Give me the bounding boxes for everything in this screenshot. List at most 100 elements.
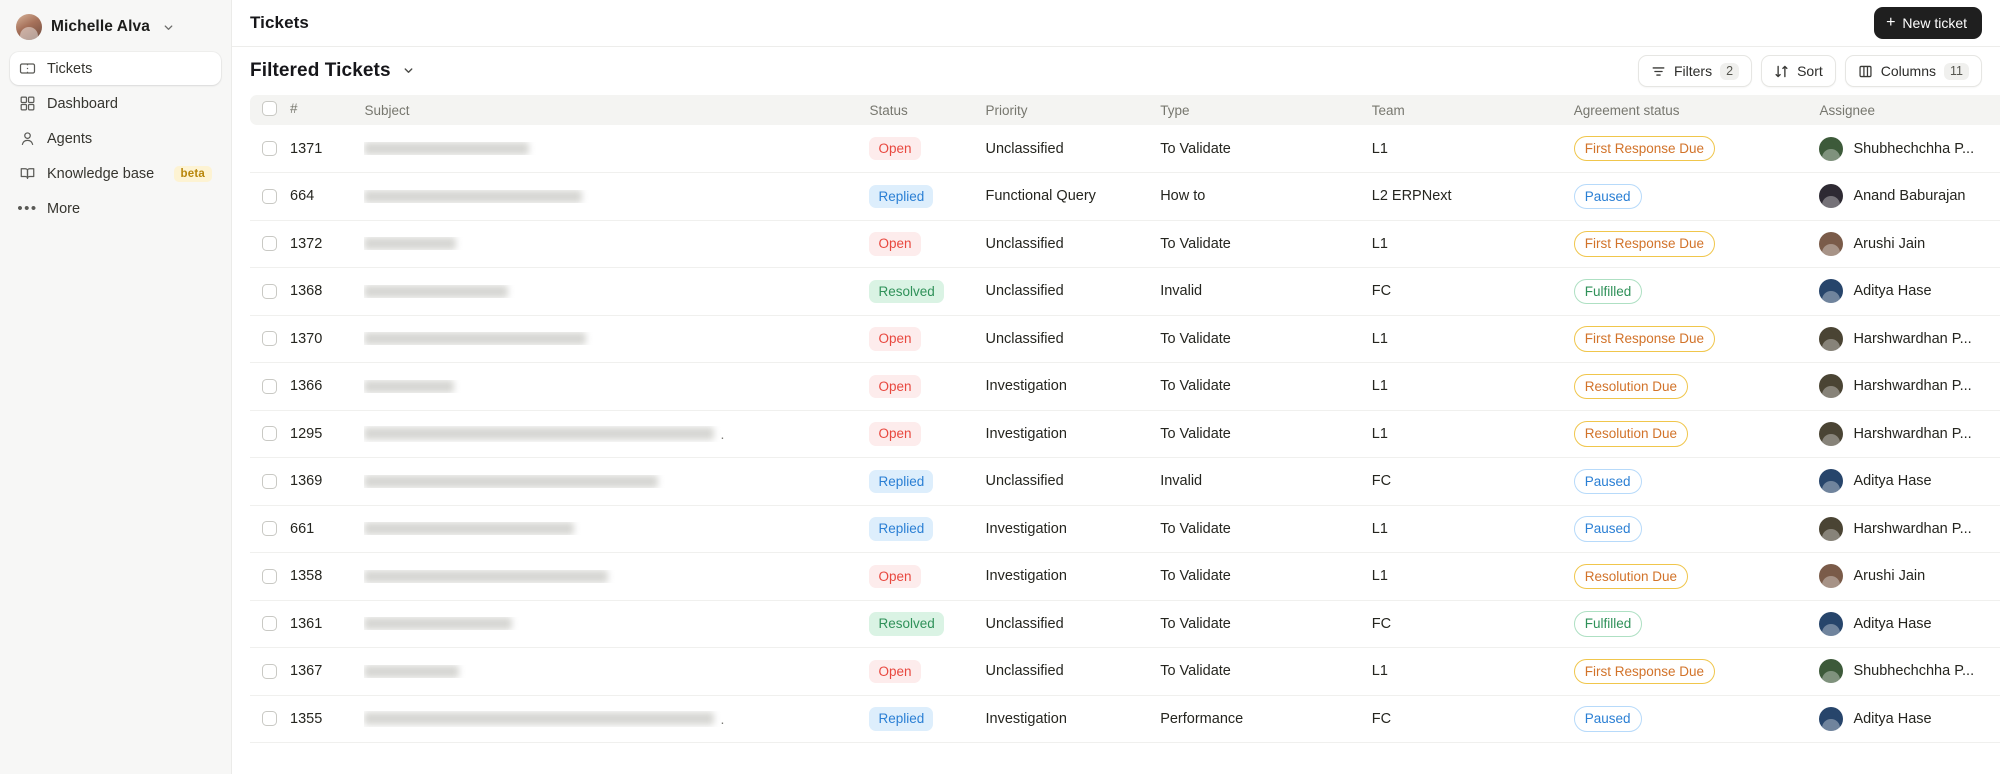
row-checkbox[interactable]: [262, 473, 277, 489]
cell-assignee: Harshwardhan P...: [1811, 505, 2000, 553]
table-row[interactable]: 1370 Open Unclassified To Validate L1 First R…: [250, 315, 2000, 363]
table-row[interactable]: 1355. Replied Investigation Performance FC Pa…: [250, 695, 2000, 743]
column-header-status[interactable]: Status: [861, 95, 977, 125]
table-row[interactable]: 1372 Open Unclassified To Validate L1 First R…: [250, 220, 2000, 268]
cell-subject[interactable]: .: [356, 410, 861, 458]
row-checkbox[interactable]: [262, 331, 277, 347]
cell-id: 1295: [250, 410, 356, 458]
cell-agreement-status: Fulfilled: [1566, 600, 1812, 648]
cell-id: 1369: [250, 458, 356, 506]
cell-subject[interactable]: [356, 173, 861, 221]
column-header-priority[interactable]: Priority: [977, 95, 1152, 125]
ellipsis-icon: •••: [17, 199, 38, 217]
cell-priority: Investigation: [985, 378, 1067, 395]
cell-assignee: Aditya Hase: [1811, 268, 2000, 316]
cell-agreement-status: Resolution Due: [1566, 363, 1812, 411]
agreement-status-badge: Fulfilled: [1573, 611, 1643, 637]
row-checkbox[interactable]: [262, 663, 277, 679]
cell-priority: Investigation: [985, 520, 1067, 537]
sidebar-item-agents[interactable]: Agents: [10, 122, 221, 155]
cell-type: To Validate: [1160, 520, 1231, 537]
table-row[interactable]: 1369 Replied Unclassified Invalid FC Paused Ad…: [250, 458, 2000, 506]
columns-button[interactable]: Columns 11: [1844, 55, 1982, 87]
cell-status: Open: [861, 125, 977, 173]
cell-id: 1366: [250, 363, 356, 411]
table-row[interactable]: 1368 Resolved Unclassified Invalid FC Fulfill…: [250, 268, 2000, 316]
column-header-assignee[interactable]: Assignee: [1811, 95, 2000, 125]
sidebar-item-more[interactable]: ••• More: [10, 192, 221, 225]
cell-agreement-status: Resolution Due: [1566, 410, 1812, 458]
agreement-status-badge: First Response Due: [1573, 326, 1716, 352]
cell-agreement-status: First Response Due: [1566, 315, 1812, 363]
row-checkbox[interactable]: [262, 378, 277, 394]
cell-subject[interactable]: [356, 220, 861, 268]
avatar: [1819, 326, 1844, 351]
avatar: [1819, 279, 1844, 304]
cell-subject[interactable]: [356, 363, 861, 411]
cell-subject[interactable]: [356, 125, 861, 173]
subject-text-redacted: [364, 237, 457, 251]
column-header-team[interactable]: Team: [1364, 95, 1566, 125]
sort-button[interactable]: Sort: [1761, 55, 1836, 87]
avatar: [1819, 611, 1844, 636]
cell-subject[interactable]: [356, 268, 861, 316]
cell-type: To Validate: [1160, 378, 1231, 395]
cell-subject[interactable]: [356, 505, 861, 553]
row-checkbox[interactable]: [262, 521, 277, 537]
cell-subject[interactable]: [356, 315, 861, 363]
sidebar-item-dashboard[interactable]: Dashboard: [10, 87, 221, 120]
table-row[interactable]: 1358 Open Investigation To Validate L1 Resolu…: [250, 553, 2000, 601]
table-row[interactable]: 1361 Resolved Unclassified To Validate FC Ful…: [250, 600, 2000, 648]
toolbar-actions: Filters 2 Sort Columns 11: [1637, 55, 1982, 87]
cell-subject[interactable]: [356, 458, 861, 506]
ticket-id: 1295: [290, 425, 323, 442]
cell-status: Resolved: [861, 600, 977, 648]
table-row[interactable]: 1371 Open Unclassified To Validate L1 First R…: [250, 125, 2000, 173]
cell-subject[interactable]: [356, 553, 861, 601]
ticket-icon: [19, 60, 36, 77]
row-checkbox[interactable]: [262, 188, 277, 204]
column-label: #: [290, 101, 298, 116]
row-checkbox[interactable]: [262, 236, 277, 252]
select-all-checkbox[interactable]: [262, 101, 277, 116]
column-header-id[interactable]: #: [250, 95, 356, 125]
agreement-status-badge: First Response Due: [1573, 231, 1716, 257]
row-checkbox[interactable]: [262, 616, 277, 632]
column-header-agreement-status[interactable]: Agreement status: [1566, 95, 1812, 125]
view-selector[interactable]: Filtered Tickets: [250, 60, 415, 82]
column-header-type[interactable]: Type: [1152, 95, 1364, 125]
cell-priority: Investigation: [985, 710, 1067, 727]
row-checkbox[interactable]: [262, 426, 277, 442]
sidebar-item-knowledge-base[interactable]: Knowledge base beta: [10, 157, 221, 190]
cell-priority: Unclassified: [985, 235, 1064, 252]
new-ticket-button[interactable]: + New ticket: [1874, 7, 1982, 39]
table-row[interactable]: 664 Replied Functional Query How to L2 ERPNe…: [250, 173, 2000, 221]
user-profile-button[interactable]: Michelle Alva: [10, 8, 221, 46]
cell-id: 1361: [250, 600, 356, 648]
table-row[interactable]: 1367 Open Unclassified To Validate L1 First R…: [250, 648, 2000, 696]
row-checkbox[interactable]: [262, 568, 277, 584]
row-checkbox[interactable]: [262, 141, 277, 156]
subject-truncation-ellipsis: .: [720, 710, 725, 727]
person-icon: [19, 130, 36, 147]
cell-agreement-status: Paused: [1566, 458, 1812, 506]
filters-button[interactable]: Filters 2: [1637, 55, 1753, 87]
table-row[interactable]: 1295. Open Investigation To Validate L1 Resol…: [250, 410, 2000, 458]
cell-assignee: Anand Baburajan: [1811, 173, 2000, 221]
columns-count: 11: [1944, 62, 1969, 80]
sidebar-item-tickets[interactable]: Tickets: [10, 52, 221, 85]
filter-icon: [1651, 64, 1666, 79]
cell-subject[interactable]: .: [356, 695, 861, 743]
cell-subject[interactable]: [356, 600, 861, 648]
column-header-subject[interactable]: Subject: [356, 95, 861, 125]
cell-status: Resolved: [861, 268, 977, 316]
table-header-row: # Subject Status Priority Type Team Agre…: [250, 95, 2000, 125]
row-checkbox[interactable]: [262, 283, 277, 299]
cell-team: L1: [1371, 520, 1388, 537]
cell-priority: Unclassified: [985, 615, 1064, 632]
table-row[interactable]: 1366 Open Investigation To Validate L1 Resolu…: [250, 363, 2000, 411]
row-checkbox[interactable]: [262, 711, 277, 727]
table-row[interactable]: 661 Replied Investigation To Validate L1 Paus…: [250, 505, 2000, 553]
cell-team: L1: [1371, 378, 1388, 395]
cell-subject[interactable]: [356, 648, 861, 696]
